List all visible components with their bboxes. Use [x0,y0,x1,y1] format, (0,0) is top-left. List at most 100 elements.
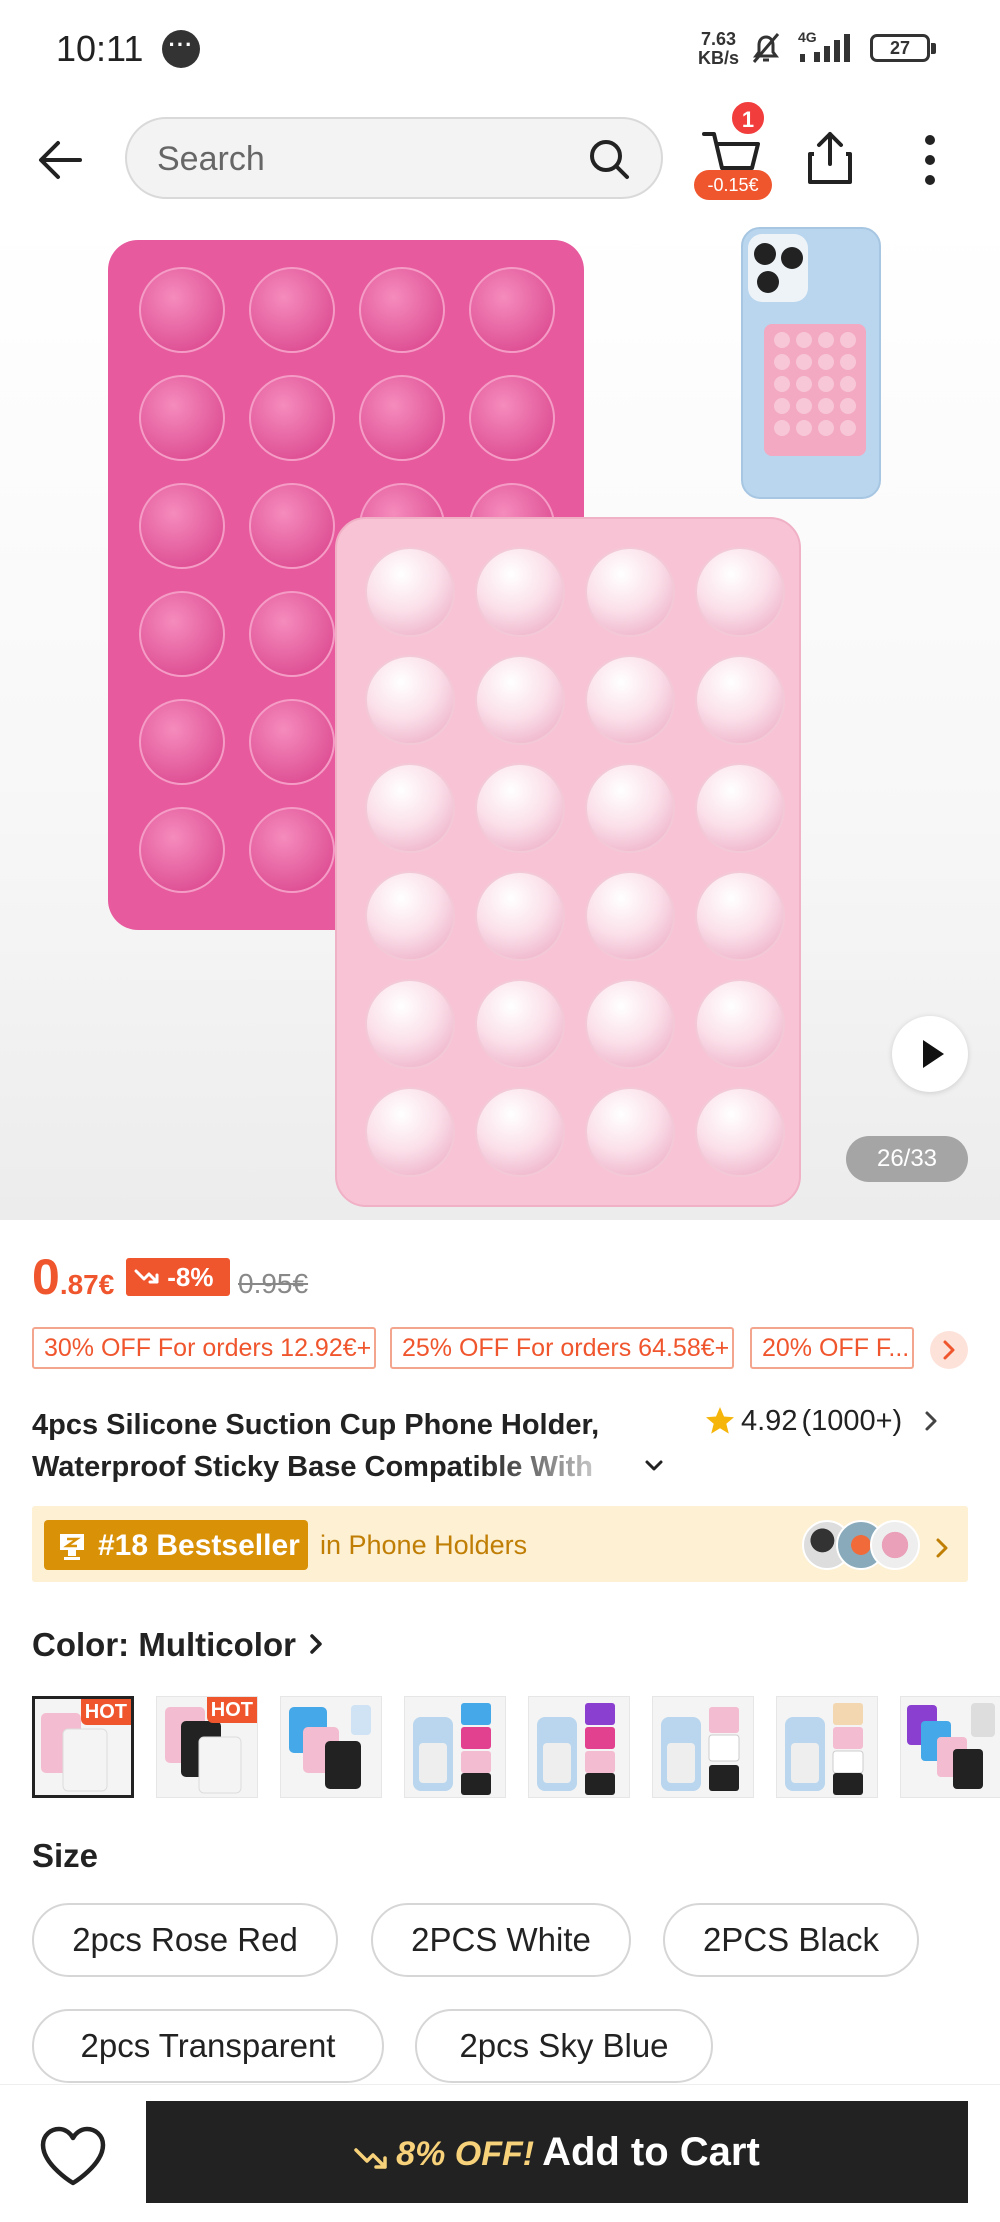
suction-cup [249,483,335,569]
network-speed: 7.63 KB/s [698,30,739,68]
suction-cup [774,398,790,414]
back-button[interactable] [30,128,94,192]
suction-cup [818,332,834,348]
cta-label: Add to Cart [542,2130,760,2174]
swatch-image [661,1707,740,1791]
image-counter: 26/33 [846,1136,968,1182]
swatch-image [907,1703,995,1789]
suction-cup [475,871,565,961]
suction-cup [695,871,785,961]
coupon-chip[interactable]: 20% OFF F... [750,1327,914,1369]
suction-cup [469,267,555,353]
rating-summary[interactable]: 4.92 (1000+) [703,1404,941,1446]
color-swatch[interactable] [528,1696,630,1798]
more-options-button[interactable] [910,130,950,195]
suction-cup [774,420,790,436]
coupon-list: 30% OFF For orders 12.92€+ 25% OFF For o… [32,1327,1000,1371]
suction-cup [818,398,834,414]
color-swatch[interactable] [900,1696,1000,1798]
suction-cup [695,655,785,745]
color-swatch-list: HOT HOT [32,1696,1000,1800]
suction-cup [840,354,856,370]
suction-cup [139,699,225,785]
suction-cup [359,267,445,353]
current-price: 0.87€ [32,1248,114,1306]
color-swatch[interactable]: HOT [156,1696,258,1798]
play-icon [923,1040,944,1068]
expand-title-button[interactable] [640,1452,668,1485]
arrow-left-icon [39,141,82,179]
color-swatch[interactable]: HOT [32,1696,134,1798]
suction-cup [796,398,812,414]
suction-cup [840,420,856,436]
suction-cup [365,547,455,637]
suction-cup [840,398,856,414]
suction-cup [475,655,565,745]
suction-cup [475,763,565,853]
suction-cup [774,332,790,348]
product-image-gallery[interactable]: 26/33 [0,220,1000,1220]
suction-cup [796,376,812,392]
suction-cup [840,376,856,392]
suction-cup [818,354,834,370]
suction-cup [365,763,455,853]
size-option[interactable]: 2pcs Sky Blue [415,2009,713,2083]
suction-cup [139,591,225,677]
color-swatch[interactable] [652,1696,754,1798]
chevron-right-icon [925,1411,937,1431]
suction-cup [475,1087,565,1177]
network-type: 4G [798,29,817,45]
suction-cup [818,376,834,392]
status-time: 10:11 [56,28,144,69]
color-selector-label[interactable]: Color: Multicolor [32,1626,326,1664]
suction-cup [796,354,812,370]
chevron-down-icon [645,1460,663,1471]
hot-badge: HOT [206,1697,257,1723]
bestseller-banner[interactable]: #18 Bestseller in Phone Holders [32,1506,968,1582]
suction-cup [840,332,856,348]
suction-cup [359,375,445,461]
add-to-cart-button[interactable]: 8% OFF! Add to Cart [146,2101,968,2203]
suction-cup [139,807,225,893]
color-swatch[interactable] [404,1696,506,1798]
search-icon[interactable] [587,137,631,186]
suction-cup [249,699,335,785]
color-label-text: Color: [32,1626,139,1663]
wishlist-button[interactable] [38,2125,108,2192]
suction-cup [139,375,225,461]
suction-cup [585,763,675,853]
suction-cup [585,655,675,745]
discount-percent: -8% [167,1262,214,1292]
suction-cup [365,655,455,745]
color-swatch[interactable] [776,1696,878,1798]
coupon-chip[interactable]: 30% OFF For orders 12.92€+ [32,1327,376,1369]
search-placeholder: Search [157,140,265,178]
cart-discount-badge: -0.15€ [694,170,772,200]
rating-count: (1000+) [801,1404,903,1437]
discount-badge: -8% [126,1258,230,1296]
play-video-button[interactable] [892,1016,968,1092]
size-option[interactable]: 2pcs Transparent [32,2009,384,2083]
size-option[interactable]: 2PCS White [371,1903,631,1977]
coupons-more-button[interactable] [930,1331,968,1369]
size-option[interactable]: 2PCS Black [663,1903,919,1977]
trend-down-icon [134,1269,159,1284]
suction-cup [249,591,335,677]
bestseller-arrow [932,1534,952,1567]
suction-cup [365,979,455,1069]
bestseller-thumbnails [802,1520,922,1570]
product-title-line: Waterproof Sticky Base Compatible With [32,1451,594,1483]
suction-cup [365,871,455,961]
suction-cup [469,375,555,461]
original-price: 0.95€ [238,1268,309,1299]
search-input[interactable]: Search [125,117,663,199]
color-swatch[interactable] [280,1696,382,1798]
coupon-chip[interactable]: 25% OFF For orders 64.58€+ [390,1327,734,1369]
product-title[interactable]: 4pcs Silicone Suction Cup Phone Holder, … [32,1404,632,1488]
suction-cup [249,375,335,461]
chevron-right-icon [310,1634,322,1655]
share-button[interactable] [800,128,860,193]
size-option[interactable]: 2pcs Rose Red [32,1903,338,1977]
suction-cup [585,1087,675,1177]
thumbnail [870,1520,920,1570]
